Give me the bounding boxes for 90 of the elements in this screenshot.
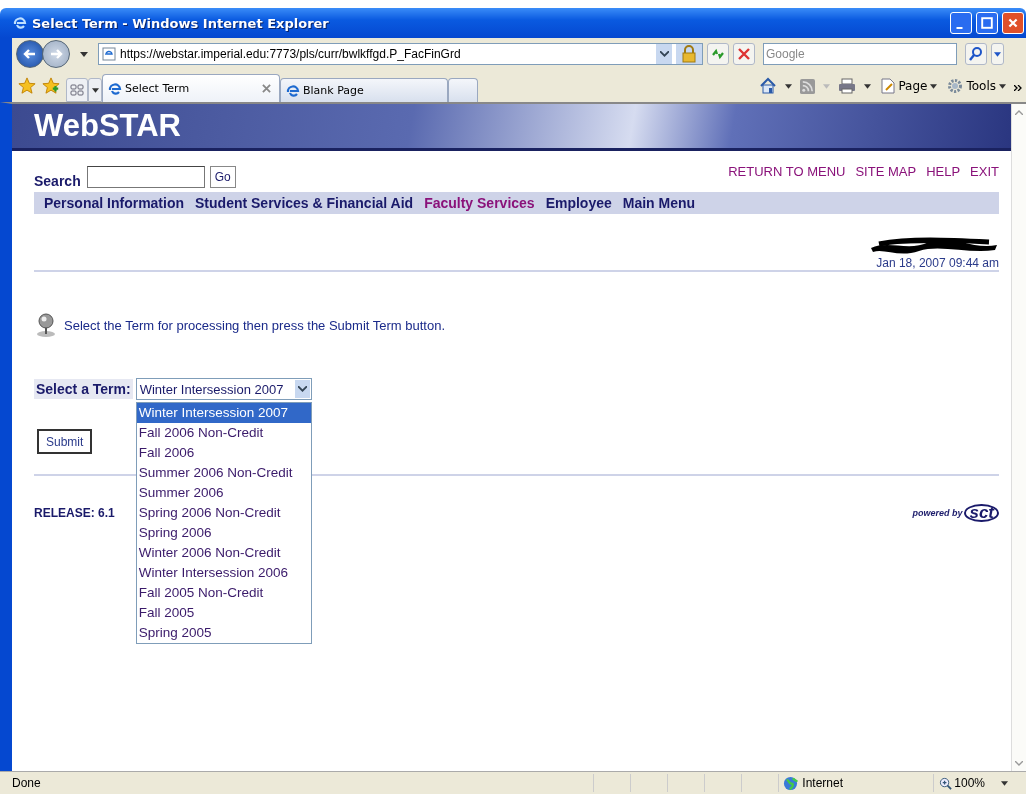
vendor-logo: sct (964, 504, 999, 522)
maximize-icon (981, 17, 993, 29)
menu-item[interactable]: Main Menu (622, 195, 696, 211)
security-zone: Internet (802, 776, 843, 790)
term-option[interactable]: Fall 2005 Non-Credit (136, 583, 311, 603)
top-link[interactable]: EXIT (970, 163, 999, 179)
caret-icon (994, 51, 1001, 57)
powered-by-text: powered by (912, 508, 963, 518)
go-button[interactable]: Go (209, 166, 236, 188)
browser-icon (285, 82, 301, 99)
release-text: RELEASE: 6.1 (34, 506, 115, 520)
instruction-text: Select the Term for processing then press the Submit Term button. (64, 317, 446, 333)
top-link[interactable]: HELP (926, 163, 961, 179)
close-button[interactable] (1002, 12, 1024, 34)
magnifier-icon (939, 776, 953, 790)
grid-icon (70, 84, 84, 96)
maximize-button[interactable] (976, 12, 998, 34)
caret-icon[interactable] (80, 51, 88, 57)
menu-item[interactable]: Personal Information (44, 195, 185, 211)
search-button[interactable] (965, 43, 987, 65)
back-button[interactable] (16, 40, 44, 68)
timestamp: Jan 18, 2007 09:44 am (876, 256, 999, 270)
browser-icon (107, 80, 123, 97)
browser-tab[interactable]: Select Term (102, 74, 280, 102)
printer-icon[interactable] (838, 78, 857, 94)
term-option[interactable]: Summer 2006 Non-Credit (136, 463, 311, 483)
star-icon[interactable] (18, 77, 36, 95)
chevron-down-icon (297, 386, 307, 392)
menu-item[interactable]: Faculty Services (424, 195, 535, 211)
site-title: WebSTAR (34, 108, 181, 144)
browser-icon (12, 15, 28, 31)
scroll-down-icon[interactable] (1015, 760, 1023, 766)
term-option[interactable]: Summer 2006 (136, 483, 311, 503)
gear-icon (947, 78, 964, 94)
tools-menu[interactable]: Tools (945, 78, 1008, 94)
add-favorite-icon[interactable] (42, 77, 60, 95)
window-title: Select Term - Windows Internet Explorer (32, 15, 329, 31)
caret-icon[interactable] (864, 83, 872, 89)
term-option[interactable]: Spring 2006 (136, 523, 311, 543)
close-tab-icon[interactable] (262, 84, 271, 93)
stop-button[interactable] (733, 43, 755, 65)
refresh-icon (710, 46, 726, 62)
search-field[interactable] (86, 166, 205, 188)
page-menu[interactable]: Page (879, 78, 940, 94)
search-icon (968, 46, 984, 62)
menu-item[interactable]: Employee (545, 195, 612, 211)
term-option[interactable]: Fall 2005 (136, 603, 311, 623)
minimize-button[interactable] (950, 12, 972, 34)
status-text: Done (12, 776, 41, 790)
submit-button[interactable]: Submit (37, 429, 93, 454)
scrollbar[interactable] (1011, 104, 1026, 771)
dropdown-button[interactable] (656, 44, 672, 64)
dropdown-button[interactable] (294, 380, 310, 398)
caret-icon[interactable] (1001, 780, 1008, 786)
top-link[interactable]: SITE MAP (855, 163, 917, 179)
scroll-up-icon[interactable] (1015, 109, 1023, 115)
chevron-icon[interactable] (1014, 85, 1022, 91)
address-field[interactable]: https://webstar.imperial.edu:7773/pls/curr/bwlkffgd.P_FacFinGrd (98, 43, 703, 65)
term-option[interactable]: Winter 2006 Non-Credit (136, 543, 311, 563)
minimize-icon (956, 27, 963, 29)
caret-icon (930, 83, 938, 89)
term-option[interactable]: Spring 2005 (136, 623, 311, 643)
caret-icon (999, 83, 1006, 89)
term-label: Select a Term: (34, 379, 133, 399)
forward-button[interactable] (42, 40, 70, 68)
term-option[interactable]: Fall 2006 Non-Credit (136, 423, 311, 443)
term-option[interactable]: Winter Intersession 2006 (136, 563, 311, 583)
search-field[interactable]: Google (763, 43, 957, 65)
globe-icon (783, 775, 799, 791)
term-option[interactable]: Fall 2006 (136, 443, 311, 463)
page-icon (102, 47, 116, 61)
caret-icon[interactable] (785, 83, 793, 89)
caret-icon (91, 87, 99, 93)
info-pin-icon (34, 312, 58, 338)
top-link[interactable]: RETURN TO MENU (728, 163, 846, 179)
term-option[interactable]: Winter Intersession 2007 (136, 403, 311, 423)
stop-icon (736, 46, 752, 62)
term-option[interactable]: Spring 2006 Non-Credit (136, 503, 311, 523)
refresh-button[interactable] (707, 43, 729, 65)
page-icon (881, 78, 896, 94)
chevron-down-icon (659, 51, 669, 57)
search-options-button[interactable] (991, 43, 1004, 65)
home-icon[interactable] (759, 77, 778, 95)
search-label: Search (34, 173, 81, 189)
menu-item[interactable]: Student Services & Financial Aid (195, 195, 414, 211)
browser-tab[interactable]: Blank Page (280, 78, 448, 102)
tab-list-button[interactable] (88, 78, 102, 102)
zoom-button[interactable]: 100% (933, 774, 985, 792)
close-icon (1007, 17, 1019, 29)
term-select[interactable]: Winter Intersession 2007 (135, 378, 312, 400)
